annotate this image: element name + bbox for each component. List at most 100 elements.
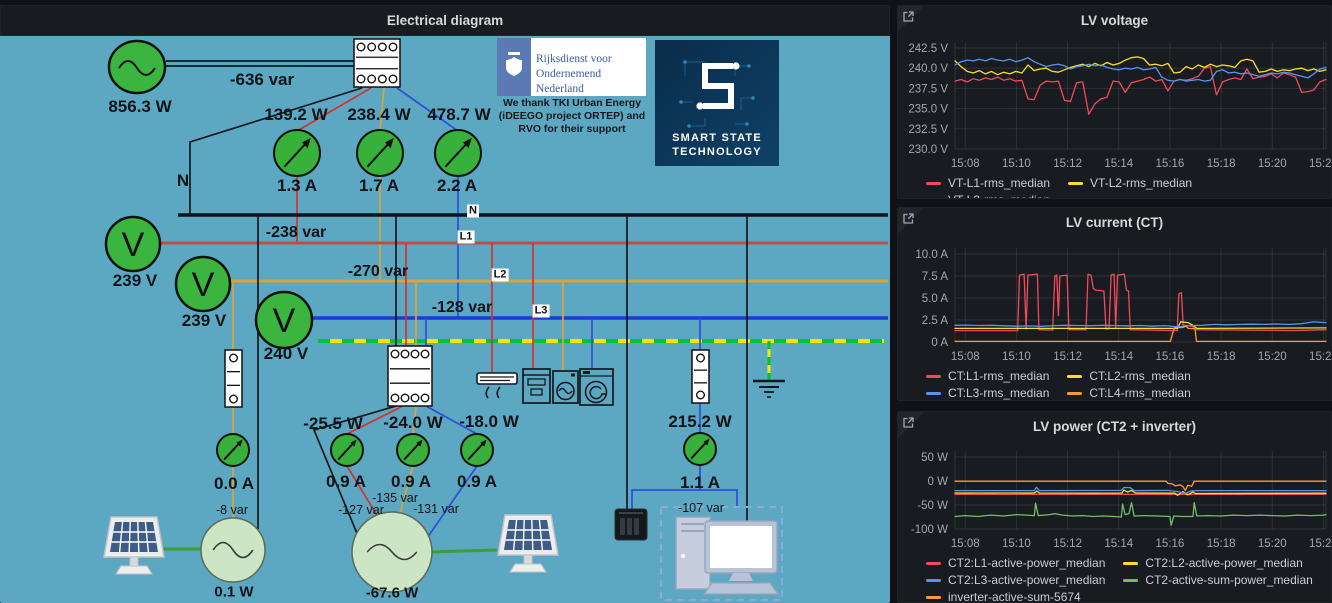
ammeter-icon (216, 433, 250, 467)
circuit-breaker-icon (691, 349, 710, 404)
solar-panel-icon (497, 514, 559, 573)
right-branch-current-label: 1.1 A (679, 473, 721, 492)
l2-var-label: -270 var (347, 263, 409, 280)
y-tick-label: 2.5 A (922, 315, 949, 327)
legend-item[interactable]: inverter-active-sum-5674 (926, 590, 1081, 603)
x-tick-label: 15:18 (1207, 158, 1236, 170)
dryer-icon (579, 368, 614, 406)
rvo-crest-icon (506, 52, 522, 76)
voltmeter3-label: 240 V (263, 344, 309, 363)
panel-lv-current: LV current (CT) 10.0 A 7.5 A 5.0 A 2.5 A 0 A… (897, 207, 1332, 401)
grid-power-label: 856.3 W (108, 97, 172, 116)
inverter-icon (200, 517, 266, 583)
x-tick-label: 15:18 (1207, 538, 1236, 550)
legend-label: CT:L3-rms_median (948, 386, 1050, 400)
x-tick-label: 15:20 (1258, 351, 1287, 363)
legend-item[interactable]: CT:L3-rms_median (926, 386, 1049, 400)
x-tick-label: 15:14 (1104, 351, 1133, 363)
panel-title[interactable]: Electrical diagram (0, 5, 890, 36)
ammeter-icon (396, 433, 430, 467)
legend-item[interactable]: CT2:L3-active-power_median (926, 573, 1105, 587)
x-tick-label: 15:14 (1104, 538, 1133, 550)
neutral-text-label: N (176, 171, 190, 190)
x-tick-label: 15:08 (951, 538, 980, 550)
computer-icon (660, 506, 783, 601)
legend-item[interactable]: CT2:L2-active-power_median (1123, 556, 1303, 570)
dishwasher-icon (522, 368, 551, 404)
left-branch-current-label: 0.0 A (213, 474, 255, 493)
x-tick-label: 15:08 (951, 158, 980, 170)
x-tick-label: 15:14 (1104, 158, 1133, 170)
bus-l2-tag: L2 (491, 268, 509, 282)
legend-label: VT-L2-rms_median (1090, 176, 1193, 190)
washing-machine-icon (552, 370, 579, 404)
external-link-icon[interactable] (902, 212, 915, 225)
y-tick-label: 237.5 V (908, 83, 948, 95)
nas-server-icon (614, 508, 648, 541)
chart-legend: CT2:L1-active-power_median CT2:L2-active-… (926, 556, 1327, 603)
y-tick-label: 232.5 V (908, 124, 948, 136)
ammeter-icon (273, 129, 321, 177)
grid-reactive-label: -636 var (229, 70, 295, 89)
legend-marker (926, 391, 941, 395)
right-branch-power-label: 215.2 W (668, 412, 732, 431)
legend-label: CT2:L3-active-power_median (948, 573, 1106, 587)
y-tick-label: 50 W (921, 452, 948, 464)
mid-feed1-current-label: 0.9 A (325, 472, 367, 491)
legend-item[interactable]: CT2:L1-active-power_median (926, 556, 1105, 570)
voltmeter1-label: 239 V (112, 271, 158, 290)
x-tick-label: 15:20 (1258, 158, 1287, 170)
panel-title[interactable]: LV voltage (898, 6, 1331, 34)
l1-var-label: -238 var (265, 224, 327, 241)
mid-feed3-var-label: -131 var (413, 502, 459, 516)
legend-label: CT2:L2-active-power_median (1145, 556, 1303, 570)
legend-marker (1067, 374, 1083, 378)
svg-text:V: V (192, 266, 215, 304)
panel-title[interactable]: LV current (CT) (898, 208, 1331, 236)
legend-label: CT:L1-rms_median (948, 369, 1050, 383)
x-tick-label: 15:18 (1207, 351, 1236, 363)
mid-feed3-power-label: -18.0 W (459, 412, 519, 431)
feeder1-current-label: 1.3 A (276, 176, 318, 195)
x-tick-label: 15:12 (1053, 538, 1082, 550)
legend-item[interactable]: VT-L3-rms_median (926, 193, 1050, 200)
y-tick-label: 10.0 A (915, 249, 948, 261)
legend-marker (926, 374, 941, 378)
legend-item[interactable]: CT:L1-rms_median (926, 369, 1049, 383)
y-tick-label: 230.0 V (908, 144, 948, 156)
legend-item[interactable]: VT-L1-rms_median (926, 176, 1050, 190)
svg-text:V: V (273, 302, 296, 340)
x-tick-label: 15:22 (1309, 158, 1332, 170)
y-tick-label: 0 W (928, 476, 949, 488)
panel-title[interactable]: LV power (CT2 + inverter) (898, 412, 1331, 440)
legend-item[interactable]: CT:L2-rms_median (1067, 369, 1191, 383)
external-link-icon[interactable] (902, 416, 915, 429)
series-CT:L1-rms_median (954, 273, 1327, 332)
legend-item[interactable]: CT:L4-rms_median (1067, 386, 1191, 400)
ammeter-icon (460, 433, 494, 467)
legend-item[interactable]: VT-L2-rms_median (1068, 176, 1192, 190)
right-branch-var-label: -107 var (678, 501, 724, 515)
y-tick-label: 235.0 V (908, 104, 948, 116)
sst-logo-text: SMART STATE TECHNOLOGY (672, 132, 762, 158)
legend-marker (926, 199, 941, 200)
ammeter-icon (356, 129, 404, 177)
legend-label: inverter-active-sum-5674 (948, 590, 1081, 603)
legend-label: VT-L3-rms_median (948, 193, 1050, 198)
feeder2-current-label: 1.7 A (358, 176, 400, 195)
x-tick-label: 15:16 (1156, 158, 1185, 170)
chart-legend: CT:L1-rms_median CT:L2-rms_median CT:L3-rm… (926, 369, 1327, 400)
inverter-icon (351, 511, 433, 593)
legend-marker (926, 181, 941, 185)
x-tick-label: 15:22 (1309, 538, 1332, 550)
legend-item[interactable]: CT2-active-sum-power_median (1123, 573, 1313, 587)
svg-text:V: V (122, 226, 145, 264)
diagram-content: V V V Rijksdienst voor Ondernemend Nederla… (0, 0, 890, 603)
external-link-icon[interactable] (902, 10, 915, 23)
series-CT2-active-sum-power_median (954, 501, 1327, 526)
x-tick-label: 15:16 (1156, 538, 1185, 550)
circuit-breaker-icon (224, 349, 243, 408)
chart[interactable]: 242.5 V 240.0 V 237.5 V 235.0 V 232.5 V 230.0… (898, 6, 1332, 199)
legend-label: VT-L1-rms_median (948, 176, 1051, 190)
legend-marker (1123, 578, 1139, 582)
